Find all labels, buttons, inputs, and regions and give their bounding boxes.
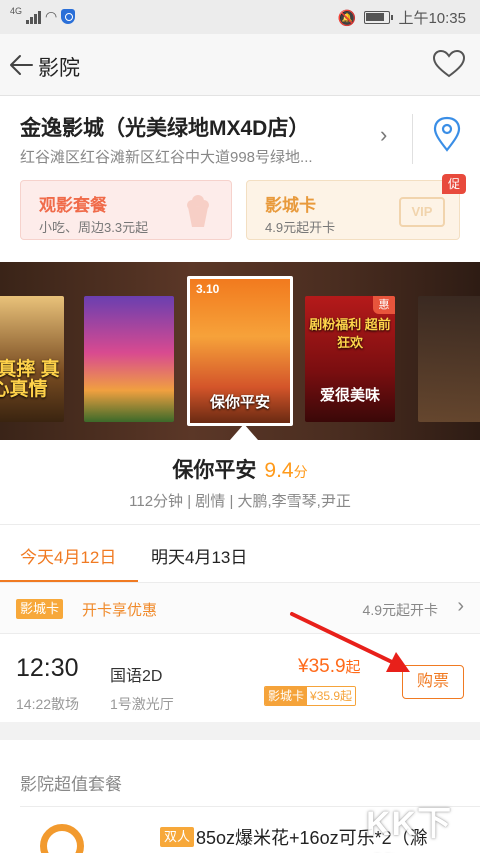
cinema-name[interactable]: 金逸影城（光美绿地MX4D店） [20,112,309,142]
selected-poster-pointer [230,424,258,440]
card-offer-text: 开卡享优惠 [82,602,158,619]
movie-title: 保你平安 [172,459,257,482]
cinema-card-tag: 影城卡 [16,599,64,619]
chevron-right-icon[interactable]: › [380,122,387,148]
show-language: 国语2D [110,668,163,685]
location-pin-icon[interactable] [432,116,462,152]
network-label: 4G [10,5,23,16]
cinema-info: 金逸影城（光美绿地MX4D店） 红谷滩区红谷滩新区红谷中大道998号绿地... … [0,96,480,262]
poster-movie-selected[interactable]: 3.10 保你平安 [187,276,293,426]
combo-tag: 双人 [160,827,195,847]
discount-badge: 惠 [373,296,395,314]
show-end-time: 14:22散场 [16,696,80,712]
poster-movie-2[interactable] [84,296,174,422]
status-bar: 4G ◠ 🔕 上午10:35 [0,0,480,34]
nav-bar: 影院 [0,34,480,96]
cinema-address[interactable]: 红谷滩区红谷滩新区红谷中大道998号绿地... [20,146,313,167]
mute-icon: 🔕 [337,9,357,27]
battery-icon [364,11,394,24]
poster-movie-5[interactable] [418,296,480,422]
poster-3-date: 3.10 [196,282,220,296]
chevron-right-icon: › [457,595,464,617]
favorite-heart-icon[interactable] [432,49,466,79]
shield-icon [61,9,76,24]
poster-movie-1[interactable]: 打真摔 真心真情 [0,296,64,422]
food-combo-card[interactable]: 观影套餐 小吃、周边3.3元起 [20,180,232,240]
combo-image[interactable] [40,824,84,853]
movie-score: 9.4 [264,459,294,482]
movie-poster-carousel[interactable]: 打真摔 真心真情 3.10 保你平安 剧粉福利 超前狂欢 爱很美味 惠 [0,262,480,440]
cinema-card-title: 影城卡 [265,196,316,215]
vip-price-badge: 影城卡 ¥35.9起 [264,686,357,706]
show-price-suffix: 起 [345,659,361,676]
poster-movie-4[interactable]: 剧粉福利 超前狂欢 爱很美味 [305,296,395,422]
cinema-card-card[interactable]: 影城卡 4.9元起开卡 VIP [246,180,460,240]
show-hall: 1号激光厅 [110,696,174,712]
show-price: ¥35.9起 [298,656,361,678]
vip-price-value: ¥35.9起 [307,687,356,705]
clock: 上午10:35 [398,10,466,27]
movie-info: 保你平安 9.4分 112分钟 | 剧情 | 大鹏,李雪琴,尹正 [0,440,480,524]
back-arrow-icon[interactable] [8,52,34,78]
tab-today[interactable]: 今天4月12日 [20,543,116,568]
tab-tomorrow[interactable]: 明天4月13日 [151,543,247,568]
signal-icon [26,10,42,24]
watermark-logo: KK下载 [366,805,453,843]
poster-4-subtitle: 爱很美味 [319,387,380,404]
poster-3-title: 保你平安 [209,394,270,411]
show-price-value: ¥35.9 [298,656,346,677]
show-start-time: 12:30 [16,654,79,682]
page-title: 影院 [38,57,80,80]
card-offer-price: 4.9元起开卡 [362,602,438,618]
showtime-row[interactable]: 12:30 14:22散场 国语2D 1号激光厅 ¥35.9起 影城卡 ¥35.… [0,634,480,722]
movie-meta: 112分钟 | 剧情 | 大鹏,李雪琴,尹正 [129,493,351,510]
poster-1-title: 打真摔 真心真情 [0,359,60,400]
poster-4-title: 剧粉福利 超前狂欢 [309,317,391,350]
movie-score-unit: 分 [293,464,308,480]
date-tabs: 今天4月12日 明天4月13日 [0,524,480,583]
food-combo-subtitle: 小吃、周边3.3元起 [39,220,149,235]
vip-card-icon: VIP [399,197,445,227]
cinema-card-offer-bar[interactable]: 影城卡 开卡享优惠 4.9元起开卡 › [0,582,480,634]
food-combo-title: 观影套餐 [39,196,107,215]
combo-heading: 影院超值套餐 [20,775,122,794]
cinema-card-subtitle: 4.9元起开卡 [265,220,336,235]
buy-ticket-button[interactable]: 购票 [402,665,464,699]
wifi-icon: ◠ [45,8,58,24]
promo-badge: 促 [442,174,466,194]
popcorn-icon [187,195,209,227]
divider [412,114,413,164]
vip-price-tag: 影城卡 [265,687,308,705]
